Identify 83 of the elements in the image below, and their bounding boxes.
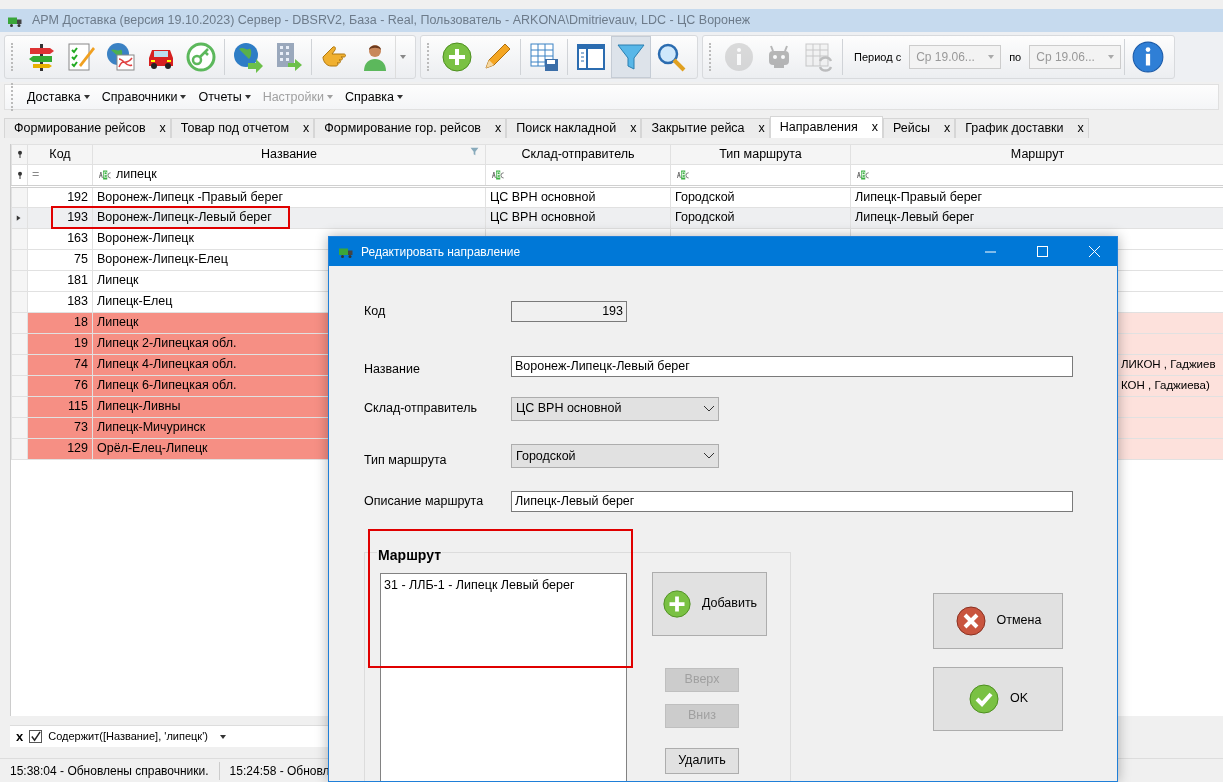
close-button[interactable]: x <box>943 119 951 138</box>
field-label: Склад-отправитель <box>364 400 478 418</box>
checklist-icon[interactable] <box>65 41 97 73</box>
dropdown[interactable]: Городской <box>511 444 719 469</box>
filter-value[interactable]: липецк <box>116 167 157 182</box>
plus-icon[interactable] <box>441 41 473 73</box>
dropdown[interactable]: ЦС ВРН основной <box>511 396 719 421</box>
window-title: АРМ Доставка (версия 19.10.2023) Сервер - DBSRV2, База - Real, Пользователь - ARKONA\Dmitrievauv, LDC - ЦС Воронеж <box>32 12 751 30</box>
menu-item[interactable]: Справочники <box>95 87 193 107</box>
route-list[interactable]: 31 - ЛЛБ-1 - Липецк Левый берег <box>380 572 627 781</box>
field-label: Описание маршрута <box>364 492 485 510</box>
table-cell: 163 <box>27 228 93 250</box>
table-cell: ЛИКОН , Гаджиев <box>1121 358 1216 371</box>
ok-button[interactable]: OK <box>933 666 1063 731</box>
column-header[interactable]: Склад-отправитель <box>485 144 671 165</box>
menu-item[interactable]: Справка <box>338 87 409 107</box>
close-button[interactable]: x <box>630 119 637 138</box>
close-button[interactable]: x <box>871 118 878 137</box>
column-header[interactable]: Код <box>27 144 93 165</box>
column-header[interactable]: Название <box>92 144 486 165</box>
table-cell: 192 <box>27 186 93 208</box>
field-label: Название <box>364 361 421 378</box>
chevron-icon <box>704 453 714 460</box>
table-cell: ЦС ВРН основной <box>485 186 671 208</box>
info-icon[interactable] <box>1131 40 1166 74</box>
close-button[interactable]: x <box>758 119 765 138</box>
text-filter-icon <box>490 169 506 182</box>
close-button[interactable]: x <box>159 119 166 138</box>
table-cell: 183 <box>27 291 93 313</box>
pin-icon <box>16 150 24 160</box>
close-button[interactable]: x <box>1077 119 1084 138</box>
menu-item[interactable]: Отчеты <box>192 87 257 107</box>
tab[interactable]: Закрытие рейса x <box>641 118 770 138</box>
maximize-icon <box>1036 246 1048 257</box>
close-button[interactable]: x <box>495 119 502 138</box>
status-text: 15:38:04 - Обновлены справочники. <box>0 761 220 780</box>
tab[interactable]: Формирование рейсов x <box>4 118 171 138</box>
tab[interactable]: Рейсы x <box>883 118 956 138</box>
checkbox[interactable] <box>29 730 43 743</box>
filter-operator[interactable]: = <box>32 167 40 182</box>
menu-item[interactable]: Доставка <box>21 87 96 107</box>
search-icon[interactable] <box>655 41 687 73</box>
column-header[interactable]: Маршрут <box>850 144 1223 165</box>
key-icon[interactable] <box>185 41 217 73</box>
chevron-icon <box>704 405 714 412</box>
column-header[interactable]: Тип маршрута <box>670 144 851 165</box>
globe-chart-icon[interactable] <box>105 41 137 73</box>
cancel-icon <box>954 604 987 637</box>
close-icon <box>1088 246 1100 257</box>
text-filter-icon <box>675 169 691 182</box>
globe-arrow-icon[interactable] <box>232 41 264 73</box>
table-save-icon[interactable] <box>528 41 560 73</box>
table-cell: КОН , Гаджиева) <box>1121 379 1210 392</box>
close-button[interactable]: x <box>303 119 310 138</box>
tab[interactable]: График доставки x <box>955 118 1089 138</box>
cancel-button[interactable]: Отмена <box>933 592 1063 649</box>
delete-button[interactable]: Удалить <box>665 747 739 774</box>
tab[interactable]: Товар под отчетом x <box>170 118 315 138</box>
text-filter-icon <box>855 169 871 182</box>
input-field[interactable]: Липецк-Левый берег <box>511 490 1073 512</box>
close-button[interactable]: x <box>16 726 24 747</box>
checkmark-icon <box>967 682 1000 715</box>
add-button[interactable]: Добавить <box>652 571 767 636</box>
period-to-label: по <box>1008 49 1023 65</box>
input-field[interactable]: Воронеж-Липецк-Левый берег <box>511 355 1073 377</box>
tab[interactable]: Поиск накладной x <box>506 118 642 138</box>
list-item[interactable]: 31 - ЛЛБ-1 - Липецк Левый берег <box>384 575 623 595</box>
table-cell: 75 <box>27 249 93 271</box>
text-filter-icon <box>97 169 113 182</box>
tab[interactable]: Формирование гор. рейсов x <box>314 118 507 138</box>
filter-icon[interactable] <box>615 41 647 73</box>
filter-icon <box>470 147 479 156</box>
table-cell: Городской <box>670 186 851 208</box>
filter-expression[interactable]: Содержит([Название], 'липецк') <box>48 728 208 745</box>
tab[interactable]: Направления x <box>769 116 883 138</box>
pin-icon <box>16 170 24 180</box>
input-field[interactable]: 193 <box>511 301 627 322</box>
period-label: Период с <box>853 49 903 65</box>
table-cell: Липецк-Левый берег <box>850 207 1223 229</box>
layout-icon[interactable] <box>575 41 607 73</box>
caret-icon[interactable] <box>219 734 226 739</box>
table-cell: 181 <box>27 270 93 292</box>
plus-icon <box>661 588 692 619</box>
